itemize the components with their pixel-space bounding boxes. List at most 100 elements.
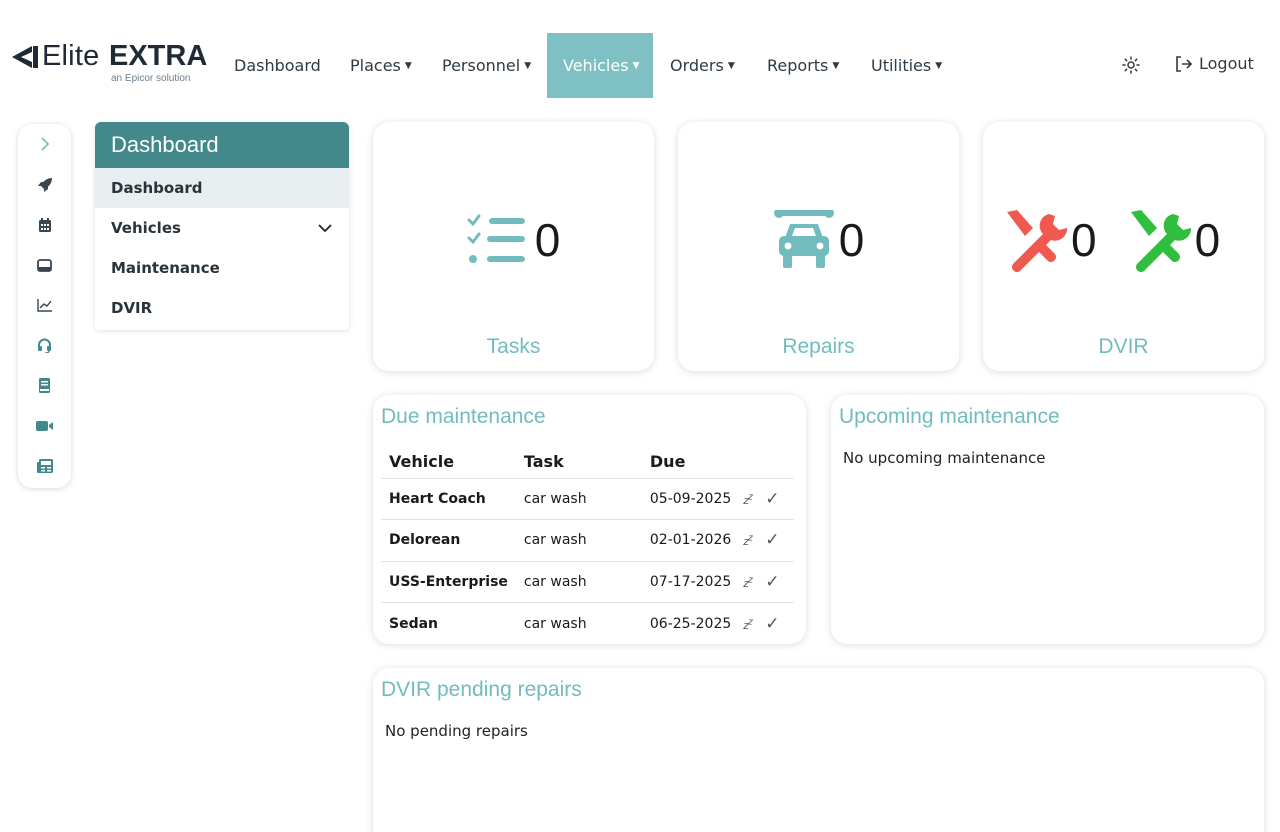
- chevron-down-icon: [318, 224, 332, 233]
- dvir-pending-title: DVIR pending repairs: [381, 678, 582, 701]
- nav-reports-label: Reports: [767, 56, 829, 75]
- book-icon: [39, 377, 50, 393]
- nav-dashboard-label: Dashboard: [234, 56, 321, 75]
- row-task: car wash: [515, 561, 642, 603]
- snooze-icon[interactable]: zz: [743, 533, 753, 549]
- row-task: car wash: [515, 519, 642, 562]
- snooze-icon[interactable]: zz: [743, 491, 753, 507]
- submenu-item-dashboard[interactable]: Dashboard: [95, 168, 349, 208]
- theme-toggle-button[interactable]: [1120, 52, 1142, 78]
- submenu-item-label: Maintenance: [111, 259, 220, 277]
- submenu-item-vehicles[interactable]: Vehicles: [95, 208, 349, 248]
- nav-orders-label: Orders: [670, 56, 724, 75]
- row-vehicle: USS-Enterprise: [381, 561, 516, 603]
- repairs-card[interactable]: 0 Repairs: [678, 122, 959, 371]
- nav-places-label: Places: [350, 56, 401, 75]
- table-row: Delorean car wash 02-01-2026 zz ✓: [381, 519, 794, 562]
- rail-book-button[interactable]: [18, 371, 71, 399]
- tasks-card[interactable]: 0 Tasks: [373, 122, 654, 371]
- row-due: 06-25-2025: [649, 615, 732, 632]
- caret-down-icon: ▼: [404, 60, 412, 71]
- caret-down-icon: ▼: [632, 60, 640, 71]
- submenu-item-maintenance[interactable]: Maintenance: [95, 248, 349, 288]
- table-header-row: Vehicle Task Due: [381, 445, 794, 479]
- inbox-icon: [37, 258, 52, 272]
- video-icon: [35, 421, 53, 431]
- snooze-icon[interactable]: zz: [743, 616, 753, 632]
- nav-vehicles[interactable]: Vehicles ▼: [547, 33, 653, 98]
- dvir-label: DVIR: [1098, 335, 1149, 358]
- submenu-item-label: Vehicles: [111, 219, 181, 237]
- caret-down-icon: ▼: [524, 60, 532, 71]
- column-header-actions: [739, 445, 794, 479]
- nav-reports[interactable]: Reports ▼: [751, 33, 855, 98]
- nav-personnel[interactable]: Personnel ▼: [426, 33, 547, 98]
- row-vehicle: Sedan: [389, 615, 439, 632]
- complete-check-icon[interactable]: ✓: [765, 572, 779, 592]
- row-vehicle: Delorean: [381, 519, 516, 562]
- submenu-item-label: DVIR: [111, 299, 153, 317]
- repairs-label: Repairs: [782, 335, 855, 358]
- rail-rocket-button[interactable]: [18, 171, 71, 199]
- dvir-failed-count: 0: [1071, 214, 1097, 266]
- logout-button[interactable]: Logout: [1175, 54, 1254, 73]
- brand-logo[interactable]: Elite EXTRA an Epicor solution: [12, 40, 212, 90]
- nav-utilities-label: Utilities: [871, 56, 932, 75]
- complete-check-icon[interactable]: ✓: [765, 614, 779, 634]
- nav-orders[interactable]: Orders ▼: [654, 33, 751, 98]
- brand-elite-text: Elite: [42, 40, 100, 72]
- dvir-card[interactable]: 0 0 DVIR: [983, 122, 1264, 371]
- row-actions: zz ✓: [739, 519, 794, 562]
- table-row: USS-Enterprise car wash 07-17-2025 zz ✓: [381, 561, 794, 603]
- rail-reports-button[interactable]: [18, 291, 71, 319]
- due-maintenance-title: Due maintenance: [381, 405, 546, 428]
- caret-down-icon: ▼: [727, 60, 735, 71]
- rail-calendar-button[interactable]: [18, 211, 71, 239]
- chevron-right-icon: [40, 137, 49, 151]
- upcoming-maintenance-title: Upcoming maintenance: [839, 405, 1060, 428]
- rail-support-button[interactable]: [18, 331, 71, 359]
- row-task: car wash: [523, 615, 587, 632]
- row-due: 07-17-2025: [641, 561, 740, 603]
- dvir-passed-count: 0: [1194, 214, 1221, 266]
- row-due: 02-01-2026: [641, 519, 740, 562]
- caret-down-icon: ▼: [935, 60, 943, 71]
- due-maintenance-table: Vehicle Task Due Heart Coach car wash 05…: [381, 445, 794, 644]
- brand-extra-text: EXTRA: [109, 40, 208, 72]
- due-maintenance-panel: Due maintenance Vehicle Task Due Heart C…: [373, 395, 806, 644]
- icon-rail: [18, 124, 71, 488]
- brand-subtitle: an Epicor solution: [111, 73, 191, 84]
- dvir-pending-panel: DVIR pending repairs No pending repairs: [373, 668, 1264, 832]
- logout-label: Logout: [1199, 54, 1254, 73]
- rail-inbox-button[interactable]: [18, 251, 71, 279]
- complete-check-icon[interactable]: ✓: [765, 489, 779, 509]
- complete-check-icon[interactable]: ✓: [765, 530, 779, 550]
- snooze-icon[interactable]: zz: [743, 574, 753, 590]
- tasks-list-icon: [467, 214, 525, 263]
- row-vehicle: Heart Coach: [381, 478, 516, 520]
- newspaper-icon: [36, 459, 53, 473]
- calendar-icon: [38, 217, 51, 232]
- row-actions: zz ✓: [739, 478, 794, 520]
- headset-icon: [38, 338, 51, 353]
- submenu-item-dvir[interactable]: DVIR: [95, 288, 349, 328]
- repairs-stat: 0: [678, 210, 959, 270]
- nav-personnel-label: Personnel: [442, 56, 521, 75]
- dashboard-submenu: Dashboard Dashboard Vehicles Maintenance…: [95, 122, 349, 330]
- nav-dashboard[interactable]: Dashboard: [218, 33, 337, 98]
- nav-places[interactable]: Places ▼: [334, 33, 428, 98]
- car-repair-icon: [773, 210, 834, 268]
- sun-icon: [1122, 56, 1140, 74]
- rail-expand-button[interactable]: [18, 130, 71, 158]
- submenu-title: Dashboard: [95, 122, 349, 168]
- caret-down-icon: ▼: [832, 60, 840, 71]
- tools-red-icon: [1007, 210, 1068, 272]
- rocket-icon: [37, 178, 52, 192]
- tools-green-icon: [1130, 210, 1191, 272]
- dvir-stat: 0 0: [983, 210, 1264, 272]
- rail-news-button[interactable]: [18, 452, 71, 480]
- rail-video-button[interactable]: [18, 412, 71, 440]
- elite-logo-icon: [12, 46, 38, 68]
- logout-icon: [1176, 55, 1193, 72]
- nav-utilities[interactable]: Utilities ▼: [855, 33, 958, 98]
